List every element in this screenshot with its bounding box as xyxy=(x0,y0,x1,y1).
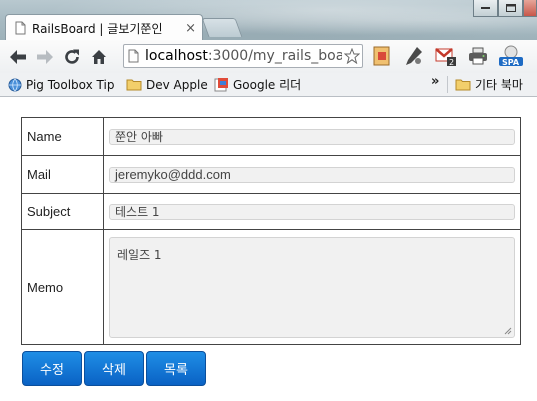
bookmark-item[interactable]: Google 리더 xyxy=(214,76,301,93)
table-row: Name 쭌안 아빠 xyxy=(21,117,521,156)
back-arrow-icon xyxy=(10,49,26,64)
page-icon xyxy=(128,49,139,63)
folder-icon xyxy=(126,79,142,91)
tab-close-icon[interactable]: × xyxy=(185,22,196,35)
name-cell: 쭌안 아빠 xyxy=(103,117,521,156)
mail-label: Mail xyxy=(21,155,104,194)
subject-field[interactable]: 테스트 1 xyxy=(109,203,515,220)
memo-textarea[interactable]: 레일즈 1 xyxy=(109,236,515,338)
bookmarks-bar: Pig Toolbox Tip Dev Apple Google 리더 » 기타… xyxy=(0,73,537,97)
svg-text:2: 2 xyxy=(449,58,454,66)
gmail-icon[interactable]: 2 xyxy=(435,45,457,67)
mail-field[interactable]: jeremyko@ddd.com xyxy=(109,166,515,183)
close-window-button[interactable] xyxy=(523,0,537,17)
folder-icon xyxy=(455,79,471,91)
name-field[interactable]: 쭌안 아빠 xyxy=(109,128,515,145)
subject-cell: 테스트 1 xyxy=(103,193,521,230)
address-bar[interactable]: localhost:3000/my_rails_boar xyxy=(123,44,363,68)
globe-icon xyxy=(8,78,22,91)
svg-text:SPA: SPA xyxy=(502,58,520,67)
reload-button[interactable] xyxy=(59,44,85,70)
maximize-button[interactable] xyxy=(498,0,523,17)
document-icon xyxy=(15,21,26,35)
tab-title: RailsBoard | 글보기쭌인 xyxy=(32,21,163,36)
minimize-icon xyxy=(481,7,490,9)
mail-cell: jeremyko@ddd.com xyxy=(103,155,521,194)
memo-text: 레일즈 1 xyxy=(117,247,162,262)
table-row: Memo 레일즈 1 xyxy=(21,229,521,345)
pen-icon[interactable] xyxy=(403,45,425,67)
other-bookmarks-folder[interactable]: 기타 북마 xyxy=(455,76,523,93)
spa-icon[interactable]: SPA xyxy=(497,45,525,67)
google-reader-icon xyxy=(214,78,228,92)
home-button[interactable] xyxy=(86,44,112,70)
list-button[interactable]: 목록 xyxy=(146,351,206,386)
memo-label: Memo xyxy=(21,229,104,345)
table-row: Subject 테스트 1 xyxy=(21,193,521,230)
memo-cell: 레일즈 1 xyxy=(103,229,521,345)
window-controls xyxy=(473,0,537,17)
name-label: Name xyxy=(21,117,104,156)
table-row: Mail jeremyko@ddd.com xyxy=(21,155,521,194)
bookmark-item[interactable]: Pig Toolbox Tip xyxy=(8,76,114,93)
browser-toolbar: localhost:3000/my_rails_boar 2 SPA xyxy=(0,40,537,73)
home-icon xyxy=(92,49,106,64)
bookmark-star-icon[interactable] xyxy=(342,48,362,64)
action-buttons: 수정 삭제 목록 xyxy=(22,351,206,386)
reload-icon xyxy=(65,49,79,64)
page-content: Name 쭌안 아빠 Mail jeremyko@ddd.com Subject… xyxy=(0,97,537,401)
delete-button[interactable]: 삭제 xyxy=(84,351,144,386)
post-detail-table: Name 쭌안 아빠 Mail jeremyko@ddd.com Subject… xyxy=(21,117,521,345)
maximize-icon xyxy=(505,4,516,12)
bookmarks-overflow-chevron[interactable]: » xyxy=(431,74,439,89)
new-tab-button[interactable] xyxy=(201,18,243,37)
edit-button[interactable]: 수정 xyxy=(22,351,82,386)
back-button[interactable] xyxy=(5,44,31,70)
resize-handle-icon[interactable] xyxy=(504,327,512,335)
forward-button[interactable] xyxy=(32,44,58,70)
minimize-button[interactable] xyxy=(473,0,498,17)
notebook-icon[interactable] xyxy=(371,45,393,67)
printer-icon[interactable] xyxy=(467,45,489,67)
subject-label: Subject xyxy=(21,193,104,230)
bookmarks-divider xyxy=(447,76,448,93)
forward-arrow-icon xyxy=(37,49,53,64)
bookmark-folder[interactable]: Dev Apple xyxy=(126,76,208,93)
url-text: localhost:3000/my_rails_boar xyxy=(145,48,342,64)
browser-tab[interactable]: RailsBoard | 글보기쭌인 × xyxy=(5,14,203,40)
browser-titlebar: RailsBoard | 글보기쭌인 × xyxy=(0,0,537,40)
